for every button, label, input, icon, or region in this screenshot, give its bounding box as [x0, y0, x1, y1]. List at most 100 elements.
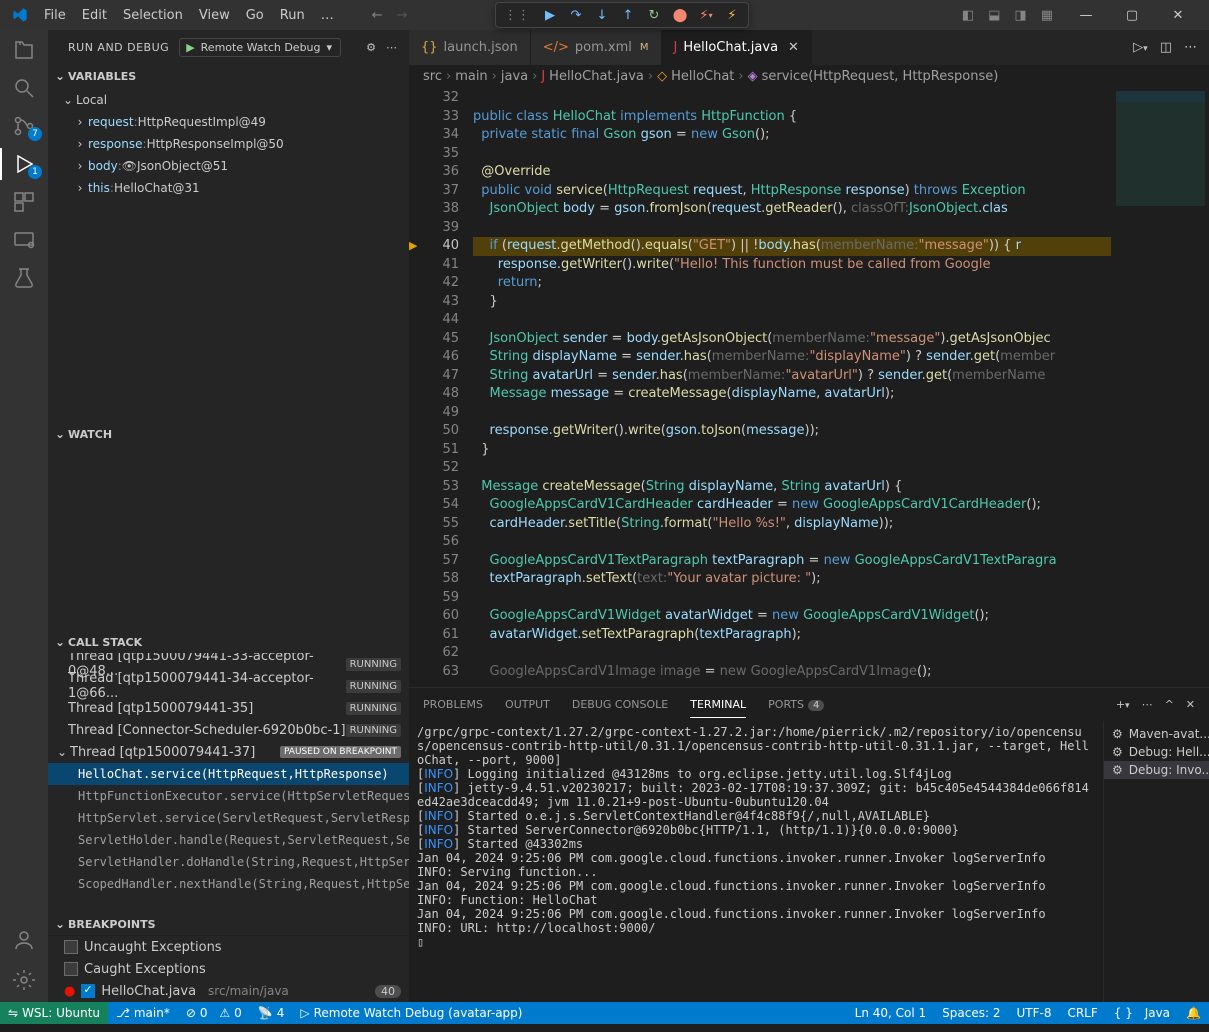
terminal-output[interactable]: /grpc/grpc-context/1.27.2/grpc-context-1…: [409, 721, 1103, 1002]
close-icon[interactable]: ✕: [788, 40, 799, 55]
more-icon[interactable]: ⋯: [386, 41, 397, 54]
crumb[interactable]: service(HttpRequest, HttpResponse): [762, 69, 999, 84]
panel-tab-terminal[interactable]: TERMINAL: [690, 692, 746, 718]
disconnect-button[interactable]: ⚡▾: [698, 7, 714, 23]
extensions-icon[interactable]: [12, 190, 36, 214]
var-response[interactable]: ›response: HttpResponseImpl@50: [48, 133, 409, 155]
thread-row[interactable]: Thread [qtp1500079441-34-acceptor-1@66..…: [48, 675, 409, 697]
menu-view[interactable]: View: [191, 4, 238, 27]
menu-file[interactable]: File: [36, 4, 74, 27]
var-request[interactable]: ›request: HttpRequestImpl@49: [48, 111, 409, 133]
stop-button[interactable]: ⬤: [672, 7, 688, 23]
debug-icon[interactable]: 1: [12, 152, 36, 176]
remote-icon[interactable]: [12, 228, 36, 252]
minimize-button[interactable]: —: [1063, 0, 1109, 30]
section-callstack[interactable]: ⌄CALL STACK: [48, 631, 409, 653]
step-over-button[interactable]: ↷: [568, 7, 584, 23]
drag-icon[interactable]: ⋮⋮: [504, 8, 530, 23]
stack-frame[interactable]: ScopedHandler.nextHandle(String,Request,…: [48, 873, 409, 895]
scope-local[interactable]: ⌄Local: [48, 89, 409, 111]
explorer-icon[interactable]: [12, 38, 36, 62]
var-body[interactable]: ›body: 👁 JsonObject@51: [48, 155, 409, 177]
panel-tab-problems[interactable]: PROBLEMS: [423, 692, 483, 717]
gear-icon[interactable]: ⚙: [366, 41, 376, 54]
beaker-icon[interactable]: [12, 266, 36, 290]
nav-fwd[interactable]: →: [397, 8, 408, 23]
more-icon[interactable]: ⋯: [1142, 698, 1153, 711]
section-watch[interactable]: ⌄WATCH: [48, 423, 409, 445]
search-icon[interactable]: [12, 76, 36, 100]
sb-lang[interactable]: { } Java: [1106, 1002, 1178, 1024]
step-into-button[interactable]: ↓: [594, 7, 610, 23]
panel-tab-ports[interactable]: PORTS4: [768, 692, 824, 717]
layout-icon[interactable]: ▦: [1041, 8, 1053, 23]
new-terminal-icon[interactable]: +▾: [1116, 698, 1130, 711]
tab-HelloChat.java[interactable]: JHelloChat.java✕: [662, 30, 812, 65]
thread-row[interactable]: Thread [Connector-Scheduler-6920b0bc-1]R…: [48, 719, 409, 741]
stack-frame[interactable]: HttpFunctionExecutor.service(HttpServlet…: [48, 785, 409, 807]
checkbox[interactable]: [81, 984, 95, 998]
crumb[interactable]: HelloChat: [671, 69, 734, 84]
terminal-item[interactable]: ⚙Maven-avat...: [1104, 725, 1209, 743]
sb-debug-config[interactable]: ▷Remote Watch Debug (avatar-app): [292, 1002, 530, 1024]
panel-tab-debug-console[interactable]: DEBUG CONSOLE: [572, 692, 668, 717]
sb-problems[interactable]: ⊘0 ⚠0: [178, 1002, 250, 1024]
sb-bell[interactable]: 🔔: [1178, 1002, 1209, 1024]
panel-tab-output[interactable]: OUTPUT: [505, 692, 550, 717]
menu-run[interactable]: Run: [272, 4, 313, 27]
tab-pom.xml[interactable]: </>pom.xmlM: [531, 30, 662, 65]
var-this[interactable]: ›this: HelloChat@31: [48, 177, 409, 199]
checkbox[interactable]: [64, 962, 78, 976]
panel-left-icon[interactable]: ◧: [962, 8, 974, 23]
breadcrumb[interactable]: src› main› java› J HelloChat.java› ◇ Hel…: [409, 65, 1209, 87]
maximize-button[interactable]: ▢: [1109, 0, 1155, 30]
launch-config[interactable]: ▶ Remote Watch Debug ▾: [179, 38, 341, 57]
run-icon[interactable]: ▷▾: [1133, 40, 1148, 55]
crumb[interactable]: java: [501, 69, 528, 84]
sb-spaces[interactable]: Spaces: 2: [934, 1002, 1008, 1024]
section-variables[interactable]: ⌄VARIABLES: [48, 65, 409, 87]
thread-row[interactable]: ⌄Thread [qtp1500079441-37]PAUSED ON BREA…: [48, 741, 409, 763]
panel-bottom-icon[interactable]: ⬓: [988, 8, 1000, 23]
stack-frame[interactable]: ServletHolder.handle(Request,ServletRequ…: [48, 829, 409, 851]
sb-eol[interactable]: CRLF: [1059, 1002, 1105, 1024]
tab-launch.json[interactable]: {}launch.json: [409, 30, 531, 65]
sb-lncol[interactable]: Ln 40, Col 1: [847, 1002, 935, 1024]
sb-branch[interactable]: ⎇main*: [108, 1002, 178, 1024]
section-breakpoints[interactable]: ⌄BREAKPOINTS: [48, 913, 409, 935]
thread-row[interactable]: Thread [qtp1500079441-35]RUNNING: [48, 697, 409, 719]
sb-remote[interactable]: ⇋WSL: Ubuntu: [0, 1002, 108, 1024]
more-icon[interactable]: ⋯: [1184, 40, 1197, 55]
continue-button[interactable]: ▶: [542, 7, 558, 23]
bp-caught[interactable]: Caught Exceptions: [48, 958, 409, 980]
stack-frame[interactable]: HelloChat.service(HttpRequest,HttpRespon…: [48, 763, 409, 785]
sb-ports[interactable]: 📡4: [250, 1002, 293, 1024]
sb-encoding[interactable]: UTF-8: [1008, 1002, 1059, 1024]
close-button[interactable]: ✕: [1155, 0, 1201, 30]
menu-go[interactable]: Go: [238, 4, 272, 27]
scm-icon[interactable]: 7: [12, 114, 36, 138]
stack-frame[interactable]: HttpServlet.service(ServletRequest,Servl…: [48, 807, 409, 829]
stack-frame[interactable]: ServletHandler.doHandle(String,Request,H…: [48, 851, 409, 873]
menu-selection[interactable]: Selection: [115, 4, 191, 27]
settings-icon[interactable]: [12, 968, 36, 992]
menu-edit[interactable]: Edit: [74, 4, 115, 27]
restart-button[interactable]: ↻: [646, 7, 662, 23]
checkbox[interactable]: [64, 940, 78, 954]
hot-reload-button[interactable]: ⚡: [724, 7, 740, 23]
menu-…[interactable]: …: [313, 4, 342, 27]
crumb[interactable]: src: [423, 69, 442, 84]
terminal-item[interactable]: ⚙Debug: Hell...: [1104, 743, 1209, 761]
code-editor[interactable]: ▶ 32333435363738394041424344454647484950…: [409, 87, 1209, 687]
step-out-button[interactable]: ↑: [620, 7, 636, 23]
bp-file[interactable]: ● HelloChat.java src/main/java 40: [48, 980, 409, 1002]
nav-back[interactable]: ←: [372, 8, 383, 23]
chevron-up-icon[interactable]: ^: [1165, 698, 1174, 711]
minimap[interactable]: [1111, 87, 1209, 687]
account-icon[interactable]: [12, 928, 36, 952]
crumb[interactable]: main: [455, 69, 487, 84]
split-icon[interactable]: ◫: [1160, 40, 1172, 55]
crumb[interactable]: HelloChat.java: [549, 69, 644, 84]
terminal-item[interactable]: ⚙Debug: Invo...: [1104, 761, 1209, 779]
panel-right-icon[interactable]: ◨: [1014, 8, 1026, 23]
